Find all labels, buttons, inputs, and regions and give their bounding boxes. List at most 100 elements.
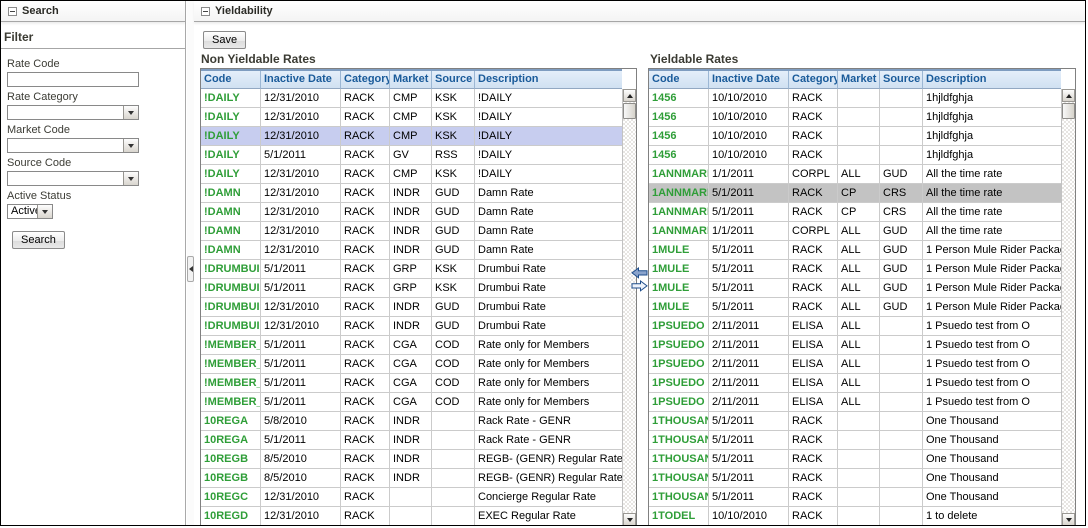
cell-inactive-date[interactable]: 12/31/2010	[261, 507, 341, 525]
cell-inactive-date[interactable]: 10/10/2010	[709, 127, 789, 145]
table-row[interactable]: 1ANNMARIE5/1/2011RACKCPCRSAll the time r…	[649, 203, 1061, 222]
cell-code[interactable]: 1456	[649, 108, 709, 126]
cell-category[interactable]: CORPL	[789, 222, 838, 240]
cell-inactive-date[interactable]: 12/31/2010	[261, 108, 341, 126]
cell-source[interactable]	[432, 507, 475, 525]
table-row[interactable]: !DAILY12/31/2010RACKCMPKSK!DAILY	[201, 127, 622, 146]
cell-category[interactable]: ELISA	[789, 355, 838, 373]
cell-inactive-date[interactable]: 5/1/2011	[261, 260, 341, 278]
cell-market[interactable]: ALL	[838, 260, 880, 278]
cell-description[interactable]: Drumbui Rate	[475, 260, 622, 278]
cell-category[interactable]: RACK	[341, 374, 390, 392]
cell-category[interactable]: ELISA	[789, 336, 838, 354]
cell-inactive-date[interactable]: 12/31/2010	[261, 298, 341, 316]
cell-code[interactable]: !DRUMBUI	[201, 260, 261, 278]
cell-inactive-date[interactable]: 5/1/2011	[709, 241, 789, 259]
cell-category[interactable]: RACK	[789, 469, 838, 487]
cell-source[interactable]	[432, 431, 475, 449]
cell-code[interactable]: !DRUMBUI	[201, 317, 261, 335]
rate-code-input[interactable]	[7, 72, 139, 87]
table-row[interactable]: !MEMBER_RA...5/1/2011RACKCGACODRate only…	[201, 336, 622, 355]
table-row[interactable]: 1THOUSAND5/1/2011RACKOne Thousand	[649, 488, 1061, 507]
cell-category[interactable]: RACK	[341, 317, 390, 335]
cell-code[interactable]: 1PSUEDO	[649, 374, 709, 392]
cell-market[interactable]: INDR	[390, 412, 432, 430]
chevron-down-icon[interactable]	[123, 139, 138, 152]
cell-source[interactable]: RSS	[432, 146, 475, 164]
cell-source[interactable]: COD	[432, 355, 475, 373]
cell-source[interactable]: GUD	[880, 222, 923, 240]
cell-category[interactable]: RACK	[341, 355, 390, 373]
cell-category[interactable]: RACK	[789, 412, 838, 430]
table-row[interactable]: 1MULE5/1/2011RACKALLGUD1 Person Mule Rid…	[649, 279, 1061, 298]
cell-category[interactable]: RACK	[789, 127, 838, 145]
cell-source[interactable]	[880, 108, 923, 126]
cell-category[interactable]: RACK	[341, 393, 390, 411]
cell-code[interactable]: 1THOUSAND	[649, 431, 709, 449]
table-row[interactable]: 1THOUSAND5/1/2011RACKOne Thousand	[649, 450, 1061, 469]
cell-source[interactable]: GUD	[432, 184, 475, 202]
cell-description[interactable]: !DAILY	[475, 89, 622, 107]
cell-market[interactable]	[390, 488, 432, 506]
cell-category[interactable]: RACK	[789, 146, 838, 164]
cell-code[interactable]: 10REGB	[201, 450, 261, 468]
cell-description[interactable]: 1 Person Mule Rider Package	[923, 298, 1061, 316]
cell-code[interactable]: !DAMN	[201, 241, 261, 259]
cell-code[interactable]: 1MULE	[649, 241, 709, 259]
table-row[interactable]: !DAMN12/31/2010RACKINDRGUDDamn Rate	[201, 241, 622, 260]
table-row[interactable]: 10REGC12/31/2010RACKConcierge Regular Ra…	[201, 488, 622, 507]
cell-category[interactable]: RACK	[341, 165, 390, 183]
cell-code[interactable]: 10REGC	[201, 488, 261, 506]
cell-source[interactable]: KSK	[432, 108, 475, 126]
table-row[interactable]: 10REGA5/8/2010RACKINDRRack Rate - GENR	[201, 412, 622, 431]
scrollbar-down-button[interactable]	[1062, 513, 1075, 526]
cell-inactive-date[interactable]: 1/1/2011	[709, 165, 789, 183]
cell-code[interactable]: !DAILY	[201, 108, 261, 126]
cell-category[interactable]: RACK	[341, 203, 390, 221]
cell-category[interactable]: RACK	[341, 89, 390, 107]
cell-inactive-date[interactable]: 5/1/2011	[261, 393, 341, 411]
cell-description[interactable]: 1 Psuedo test from O	[923, 355, 1061, 373]
cell-inactive-date[interactable]: 10/10/2010	[709, 507, 789, 525]
cell-market[interactable]: CMP	[390, 165, 432, 183]
cell-description[interactable]: Concierge Regular Rate	[475, 488, 622, 506]
source-code-select[interactable]	[7, 171, 139, 186]
cell-code[interactable]: 1456	[649, 146, 709, 164]
table-row[interactable]: 145610/10/2010RACK1hjldfghja	[649, 108, 1061, 127]
cell-code[interactable]: !DRUMBUI	[201, 298, 261, 316]
column-header-category[interactable]: Category	[341, 71, 390, 89]
table-row[interactable]: 1PSUEDO2/11/2011ELISAALL1 Psuedo test fr…	[649, 393, 1061, 412]
cell-description[interactable]: !DAILY	[475, 108, 622, 126]
cell-source[interactable]	[880, 336, 923, 354]
column-header-market[interactable]: Market	[390, 71, 432, 89]
table-row[interactable]: 10REGA5/1/2011RACKINDRRack Rate - GENR	[201, 431, 622, 450]
cell-description[interactable]: REGB- (GENR) Regular Rate	[475, 469, 622, 487]
cell-source[interactable]: KSK	[432, 89, 475, 107]
cell-inactive-date[interactable]: 5/1/2011	[709, 203, 789, 221]
collapse-icon[interactable]	[201, 7, 210, 16]
scrollbar-up-button[interactable]	[1062, 89, 1075, 102]
chevron-down-icon[interactable]	[123, 172, 138, 185]
cell-market[interactable]: ALL	[838, 298, 880, 316]
table-row[interactable]: 1PSUEDO2/11/2011ELISAALL1 Psuedo test fr…	[649, 374, 1061, 393]
cell-code[interactable]: !MEMBER_RA...	[201, 393, 261, 411]
cell-inactive-date[interactable]: 5/1/2011	[709, 298, 789, 316]
cell-code[interactable]: !DAILY	[201, 127, 261, 145]
cell-category[interactable]: RACK	[341, 279, 390, 297]
cell-market[interactable]	[838, 108, 880, 126]
cell-source[interactable]: KSK	[432, 165, 475, 183]
cell-market[interactable]	[838, 507, 880, 525]
cell-category[interactable]: RACK	[789, 450, 838, 468]
cell-source[interactable]	[880, 469, 923, 487]
cell-inactive-date[interactable]: 12/31/2010	[261, 203, 341, 221]
column-header-category[interactable]: Category	[789, 71, 838, 89]
column-header-source[interactable]: Source	[880, 71, 923, 89]
cell-market[interactable]: ALL	[838, 374, 880, 392]
cell-inactive-date[interactable]: 2/11/2011	[709, 317, 789, 335]
cell-source[interactable]: GUD	[432, 203, 475, 221]
table-row[interactable]: 145610/10/2010RACK1hjldfghja	[649, 127, 1061, 146]
cell-source[interactable]	[880, 507, 923, 525]
cell-inactive-date[interactable]: 1/1/2011	[709, 222, 789, 240]
cell-category[interactable]: RACK	[341, 108, 390, 126]
cell-code[interactable]: 1MULE	[649, 279, 709, 297]
